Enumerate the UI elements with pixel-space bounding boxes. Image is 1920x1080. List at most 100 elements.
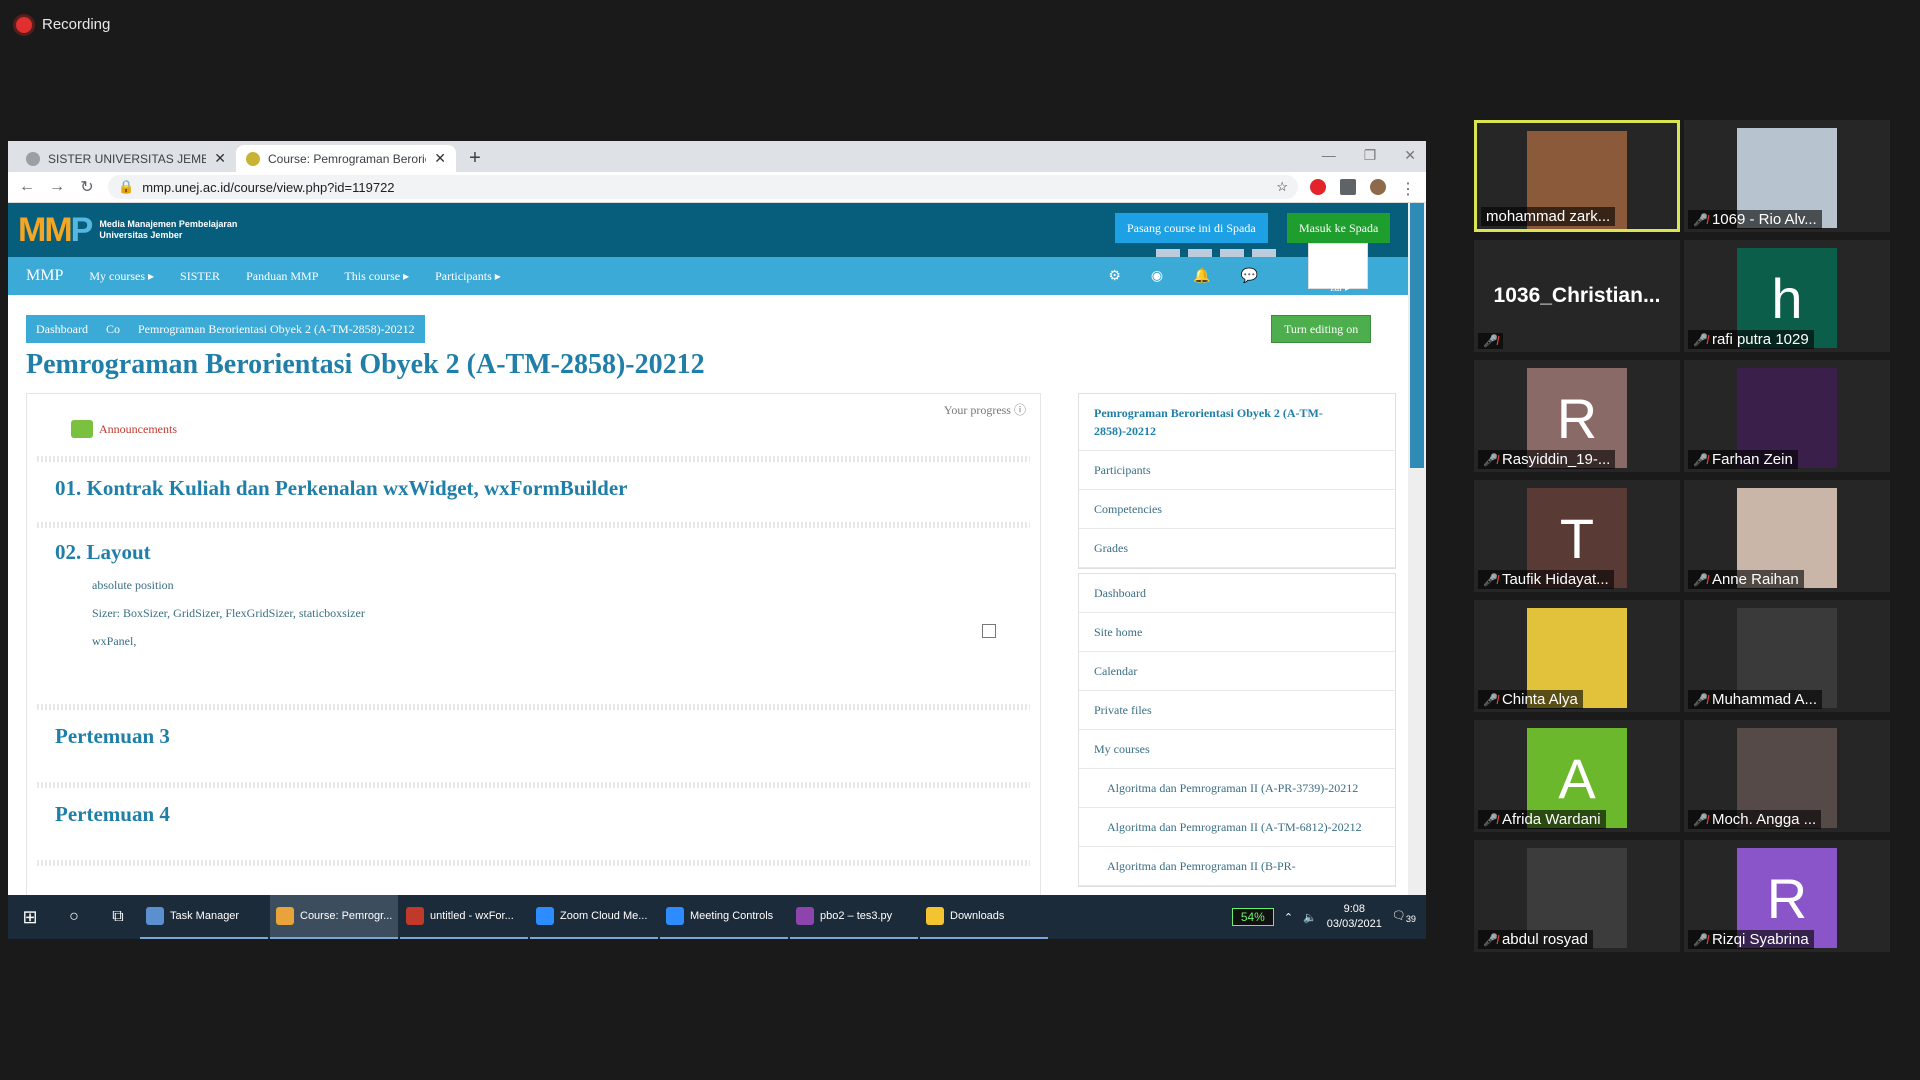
- nav-my-courses[interactable]: My courses ▸: [89, 269, 154, 284]
- window-controls: — ❐ ✕: [1322, 147, 1416, 164]
- side-course-link[interactable]: Algoritma dan Pemrograman II (B-PR-: [1079, 847, 1395, 886]
- participant-tile[interactable]: R 🎤̸ Rizqi Syabrina: [1684, 840, 1890, 952]
- help-icon[interactable]: ⓘ: [1014, 403, 1026, 417]
- clock[interactable]: 9:08 03/03/2021: [1327, 902, 1382, 932]
- battery-indicator[interactable]: 54%: [1231, 908, 1274, 926]
- side-my-courses[interactable]: My courses: [1079, 730, 1395, 769]
- side-competencies[interactable]: Competencies: [1079, 490, 1395, 529]
- url-field[interactable]: 🔒 mmp.unej.ac.id/course/view.php?id=1197…: [108, 175, 1298, 199]
- participant-tile[interactable]: 🎤̸ Anne Raihan: [1684, 480, 1890, 592]
- participant-tile[interactable]: mohammad zark...: [1474, 120, 1680, 232]
- taskbar-app[interactable]: untitled - wxFor...: [400, 895, 528, 939]
- participant-tile[interactable]: 🎤̸ Moch. Angga ...: [1684, 720, 1890, 832]
- profile-icon[interactable]: [1370, 179, 1386, 195]
- mic-muted-icon: 🎤̸: [1693, 692, 1708, 707]
- side-private-files[interactable]: Private files: [1079, 691, 1395, 730]
- mic-muted-icon: 🎤̸: [1693, 332, 1708, 347]
- taskbar-app[interactable]: pbo2 – tes3.py: [790, 895, 918, 939]
- participant-tile[interactable]: R 🎤̸ Rasyiddin_19-...: [1474, 360, 1680, 472]
- forward-icon[interactable]: →: [48, 178, 66, 196]
- participant-tile[interactable]: A 🎤̸ Afrida Wardani: [1474, 720, 1680, 832]
- side-calendar[interactable]: Calendar: [1079, 652, 1395, 691]
- mic-muted-icon: 🎤̸: [1483, 572, 1498, 587]
- side-participants[interactable]: Participants: [1079, 451, 1395, 490]
- masuk-spada-button[interactable]: Masuk ke Spada: [1287, 213, 1391, 243]
- section-title[interactable]: 02. Layout: [55, 540, 151, 565]
- participant-tile[interactable]: T 🎤̸ Taufik Hidayat...: [1474, 480, 1680, 592]
- activity-link[interactable]: absolute position: [92, 578, 174, 593]
- app-icon: [146, 907, 164, 925]
- navbar-brand[interactable]: MMP: [26, 267, 63, 285]
- activity-link[interactable]: Sizer: BoxSizer, GridSizer, FlexGridSize…: [92, 606, 365, 621]
- taskbar-app[interactable]: Zoom Cloud Me...: [530, 895, 658, 939]
- side-site-home[interactable]: Site home: [1079, 613, 1395, 652]
- side-dashboard[interactable]: Dashboard: [1079, 574, 1395, 613]
- user-menu-label[interactable]: zar ▸: [1330, 283, 1350, 294]
- page-scrollbar[interactable]: [1408, 203, 1426, 895]
- pasang-spada-button[interactable]: Pasang course ini di Spada: [1115, 213, 1268, 243]
- back-icon[interactable]: ←: [18, 178, 36, 196]
- app-label: Course: Pemrogr...: [300, 910, 393, 922]
- app-icon: [796, 907, 814, 925]
- side-course-link[interactable]: Algoritma dan Pemrograman II (A-TM-6812)…: [1079, 808, 1395, 847]
- opera-icon[interactable]: [1310, 179, 1326, 195]
- announcements-link[interactable]: Announcements: [71, 420, 177, 438]
- target-icon[interactable]: ◉: [1151, 268, 1163, 285]
- participant-tile[interactable]: 1036_Christian... 🎤̸: [1474, 240, 1680, 352]
- participant-tile[interactable]: 🎤̸ Farhan Zein: [1684, 360, 1890, 472]
- chat-icon[interactable]: 💬: [1241, 268, 1258, 285]
- side-course-link[interactable]: Algoritma dan Pemrograman II (A-PR-3739)…: [1079, 769, 1395, 808]
- participant-tile[interactable]: h 🎤̸ rafi putra 1029: [1684, 240, 1890, 352]
- new-tab-button[interactable]: +: [462, 145, 488, 171]
- mic-muted-icon: 🎤̸: [1483, 452, 1498, 467]
- tab-course[interactable]: Course: Pemrograman Berorientasi ✕: [236, 145, 456, 172]
- restore-icon[interactable]: ❐: [1364, 147, 1377, 164]
- nav-sister[interactable]: SISTER: [180, 269, 220, 284]
- search-icon[interactable]: ○: [52, 908, 96, 926]
- breadcrumb-course[interactable]: Pemrograman Berorientasi Obyek 2 (A-TM-2…: [138, 322, 415, 337]
- section-title[interactable]: Pertemuan 3: [55, 724, 170, 749]
- windows-start-icon[interactable]: ⊞: [8, 907, 52, 928]
- bell-icon[interactable]: 🔔: [1193, 268, 1210, 285]
- tray-chevron-icon[interactable]: ⌃: [1284, 911, 1293, 924]
- participant-tile[interactable]: 🎤̸ 1069 - Rio Alv...: [1684, 120, 1890, 232]
- activity-link[interactable]: wxPanel,: [92, 634, 136, 649]
- section-divider: [37, 522, 1030, 528]
- participant-tile[interactable]: 🎤̸ Chinta Alya: [1474, 600, 1680, 712]
- star-icon[interactable]: ☆: [1276, 179, 1288, 195]
- puzzle-icon[interactable]: [1340, 179, 1356, 195]
- forum-icon: [71, 420, 93, 438]
- notification-icon[interactable]: 🗨39: [1392, 909, 1416, 924]
- gear-icon[interactable]: ⚙: [1108, 268, 1121, 285]
- nav-participants[interactable]: Participants ▸: [435, 269, 501, 284]
- section-title[interactable]: 01. Kontrak Kuliah dan Perkenalan wxWidg…: [55, 476, 628, 501]
- side-grades[interactable]: Grades: [1079, 529, 1395, 568]
- breadcrumb-co[interactable]: Co: [106, 322, 120, 337]
- section-title[interactable]: Pertemuan 4: [55, 802, 170, 827]
- mmp-logo[interactable]: MMP: [18, 211, 93, 250]
- tab-sister[interactable]: SISTER UNIVERSITAS JEMBER ✕: [16, 145, 236, 172]
- participant-tile[interactable]: 🎤̸ abdul rosyad: [1474, 840, 1680, 952]
- scrollbar-thumb[interactable]: [1410, 203, 1424, 468]
- taskbar-app[interactable]: Course: Pemrogr...: [270, 895, 398, 939]
- taskbar-app[interactable]: Meeting Controls: [660, 895, 788, 939]
- taskbar-app[interactable]: Task Manager: [140, 895, 268, 939]
- close-window-icon[interactable]: ✕: [1404, 147, 1416, 164]
- nav-this-course[interactable]: This course ▸: [344, 269, 409, 284]
- minimize-icon[interactable]: —: [1322, 147, 1336, 164]
- completion-checkbox[interactable]: [982, 624, 996, 638]
- close-icon[interactable]: ✕: [434, 150, 446, 167]
- reload-icon[interactable]: ↻: [78, 177, 96, 197]
- nav-panduan[interactable]: Panduan MMP: [246, 269, 318, 284]
- side-course-title[interactable]: Pemrograman Berorientasi Obyek 2 (A-TM-2…: [1079, 394, 1395, 451]
- participant-tile[interactable]: 🎤̸ Muhammad A...: [1684, 600, 1890, 712]
- turn-editing-on-button[interactable]: Turn editing on: [1271, 315, 1372, 343]
- close-icon[interactable]: ✕: [214, 150, 226, 167]
- volume-icon[interactable]: 🔈: [1303, 911, 1317, 924]
- taskbar-app[interactable]: Downloads: [920, 895, 1048, 939]
- participant-name: 🎤̸ Anne Raihan: [1688, 570, 1804, 589]
- your-progress-label: Your progress ⓘ: [944, 401, 1026, 418]
- kebab-menu-icon[interactable]: ⋮: [1400, 179, 1416, 198]
- task-view-icon[interactable]: ⧉: [96, 908, 140, 926]
- breadcrumb-dashboard[interactable]: Dashboard: [36, 322, 88, 337]
